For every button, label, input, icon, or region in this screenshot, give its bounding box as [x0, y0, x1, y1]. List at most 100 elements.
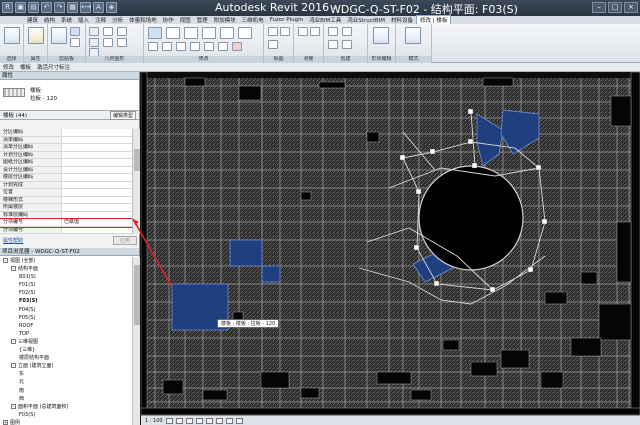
- cut-icon[interactable]: [70, 27, 80, 36]
- browser-tree-item[interactable]: 西: [0, 395, 132, 403]
- trim-icon[interactable]: [162, 42, 172, 51]
- edit-boundary-icon[interactable]: [405, 27, 421, 44]
- browser-tree-item[interactable]: - 立面 (建筑立面): [0, 362, 132, 370]
- browser-tree-item[interactable]: ROOF: [0, 322, 132, 330]
- property-value[interactable]: [62, 136, 132, 143]
- property-value[interactable]: [62, 129, 132, 136]
- browser-tree-item[interactable]: F03(S): [0, 411, 132, 419]
- split-face-icon[interactable]: [103, 27, 113, 36]
- crop-view-icon[interactable]: [205, 417, 213, 424]
- property-row[interactable]: 分项编号: [0, 226, 132, 234]
- text-icon[interactable]: A: [93, 2, 104, 13]
- tree-expander-icon[interactable]: -: [11, 338, 16, 344]
- show-crop-icon[interactable]: [215, 417, 223, 424]
- align-icon[interactable]: [148, 27, 162, 39]
- tree-expander-icon[interactable]: -: [3, 258, 8, 263]
- view-scale[interactable]: 1 : 100: [145, 418, 163, 424]
- properties-scrollbar[interactable]: [132, 129, 140, 234]
- browser-tree-item[interactable]: 北: [0, 378, 132, 386]
- demolish-icon[interactable]: [117, 38, 127, 47]
- property-value[interactable]: [62, 159, 132, 166]
- browser-tree-item[interactable]: 楼层结构平面: [0, 354, 132, 362]
- ribbon-tab[interactable]: 结构: [41, 16, 58, 24]
- browser-scrollbar[interactable]: [132, 257, 140, 425]
- copy-tool-icon[interactable]: [238, 27, 252, 39]
- ribbon-tab[interactable]: 建筑: [24, 16, 41, 24]
- type-selector[interactable]: 楼板 拉板 - 120: [0, 80, 139, 111]
- ribbon-tab[interactable]: 插入: [75, 16, 92, 24]
- print-icon[interactable]: ▦: [67, 2, 78, 13]
- dimension-icon[interactable]: [310, 27, 320, 36]
- tree-expander-icon[interactable]: -: [11, 403, 16, 409]
- property-value[interactable]: [62, 189, 132, 196]
- ribbon-tab[interactable]: 材料设备: [388, 16, 416, 24]
- ribbon-tab[interactable]: 附加模块: [211, 16, 239, 24]
- shadows-icon[interactable]: [195, 417, 203, 424]
- browser-scrollbar-thumb[interactable]: [134, 265, 140, 325]
- browser-tree-item[interactable]: - 结构平面: [0, 265, 132, 273]
- mirror-draw-icon[interactable]: [202, 27, 216, 39]
- property-row[interactable]: 位置: [0, 189, 132, 197]
- visual-style-icon[interactable]: [175, 417, 183, 424]
- app-menu-icon[interactable]: R: [2, 2, 13, 13]
- wall-joins-icon[interactable]: [117, 27, 127, 36]
- property-value[interactable]: [62, 226, 132, 233]
- selected-slab[interactable]: [261, 265, 281, 283]
- property-row[interactable]: 分区编码: [0, 129, 132, 137]
- modify-tool-icon[interactable]: [4, 27, 20, 44]
- properties-scrollbar-thumb[interactable]: [134, 149, 140, 171]
- pin-icon[interactable]: [218, 42, 228, 51]
- properties-help-link[interactable]: 属性帮助: [3, 237, 23, 244]
- ribbon-tab[interactable]: 体量和场地: [126, 16, 160, 24]
- browser-tree-item[interactable]: F05(S): [0, 314, 132, 322]
- ribbon-tab[interactable]: 视图: [177, 16, 194, 24]
- cut-geometry-icon[interactable]: [89, 38, 99, 47]
- browser-tree-item[interactable]: TOP: [0, 330, 132, 338]
- detail-level-icon[interactable]: [165, 417, 173, 424]
- copy-icon[interactable]: [70, 38, 80, 47]
- ribbon-tab[interactable]: 鸿业BIM工具: [306, 16, 344, 24]
- ribbon-tab[interactable]: 鸿业StructBIM: [344, 16, 388, 24]
- save-icon[interactable]: ▤: [28, 2, 39, 13]
- temporary-hide-icon[interactable]: [225, 417, 233, 424]
- array-icon[interactable]: [190, 42, 200, 51]
- shape-edit-icon[interactable]: [373, 27, 389, 44]
- property-row[interactable]: 图纸分区编码: [0, 159, 132, 167]
- minimize-icon[interactable]: –: [592, 2, 606, 13]
- browser-tree-item[interactable]: F04(S): [0, 306, 132, 314]
- browser-tree-item[interactable]: - 面积平面 (总建筑面积): [0, 403, 132, 411]
- edit-type-button[interactable]: 编辑类型: [109, 110, 136, 120]
- instance-filter-dropdown[interactable]: 楼板 (44): [3, 111, 27, 119]
- ribbon-tab[interactable]: 分析: [109, 16, 126, 24]
- move-icon[interactable]: [220, 27, 234, 39]
- property-row[interactable]: 计划完成: [0, 181, 132, 189]
- drawing-area[interactable]: [141, 72, 640, 415]
- 3d-view-icon[interactable]: ◈: [106, 2, 117, 13]
- ribbon-tab[interactable]: Fuzor Plugin: [267, 17, 306, 23]
- browser-tree-item[interactable]: - 三维视图: [0, 338, 132, 346]
- browser-tree-item[interactable]: - 视图 (全部): [0, 257, 132, 265]
- override-icon[interactable]: [280, 27, 290, 36]
- properties-icon[interactable]: [28, 27, 44, 44]
- paint-icon[interactable]: [103, 38, 113, 47]
- property-row[interactable]: 分项编号 已赋值: [0, 218, 132, 228]
- mirror-icon[interactable]: [184, 27, 198, 39]
- ribbon-tab[interactable]: 管理: [194, 16, 211, 24]
- floor-plan-drawing[interactable]: [141, 72, 640, 415]
- ribbon-tab[interactable]: 三维机电: [239, 16, 267, 24]
- delete-icon[interactable]: [232, 42, 242, 51]
- scale-icon[interactable]: [204, 42, 214, 51]
- create-group-icon[interactable]: [328, 40, 338, 49]
- property-row[interactable]: 计划分区编码: [0, 151, 132, 159]
- browser-tree-item[interactable]: 南: [0, 387, 132, 395]
- browser-tree-item[interactable]: F02(S): [0, 289, 132, 297]
- property-row[interactable]: 所属楼层: [0, 204, 132, 212]
- browser-tree-item[interactable]: {三维}: [0, 346, 132, 354]
- create-parts-icon[interactable]: [342, 27, 352, 36]
- tree-expander-icon[interactable]: -: [11, 266, 16, 272]
- measure-icon[interactable]: ⟷: [80, 2, 91, 13]
- sun-path-icon[interactable]: [185, 417, 193, 424]
- ribbon-tab[interactable]: 协作: [160, 16, 177, 24]
- ribbon-tab[interactable]: 系统: [58, 16, 75, 24]
- property-row[interactable]: 清单编码: [0, 136, 132, 144]
